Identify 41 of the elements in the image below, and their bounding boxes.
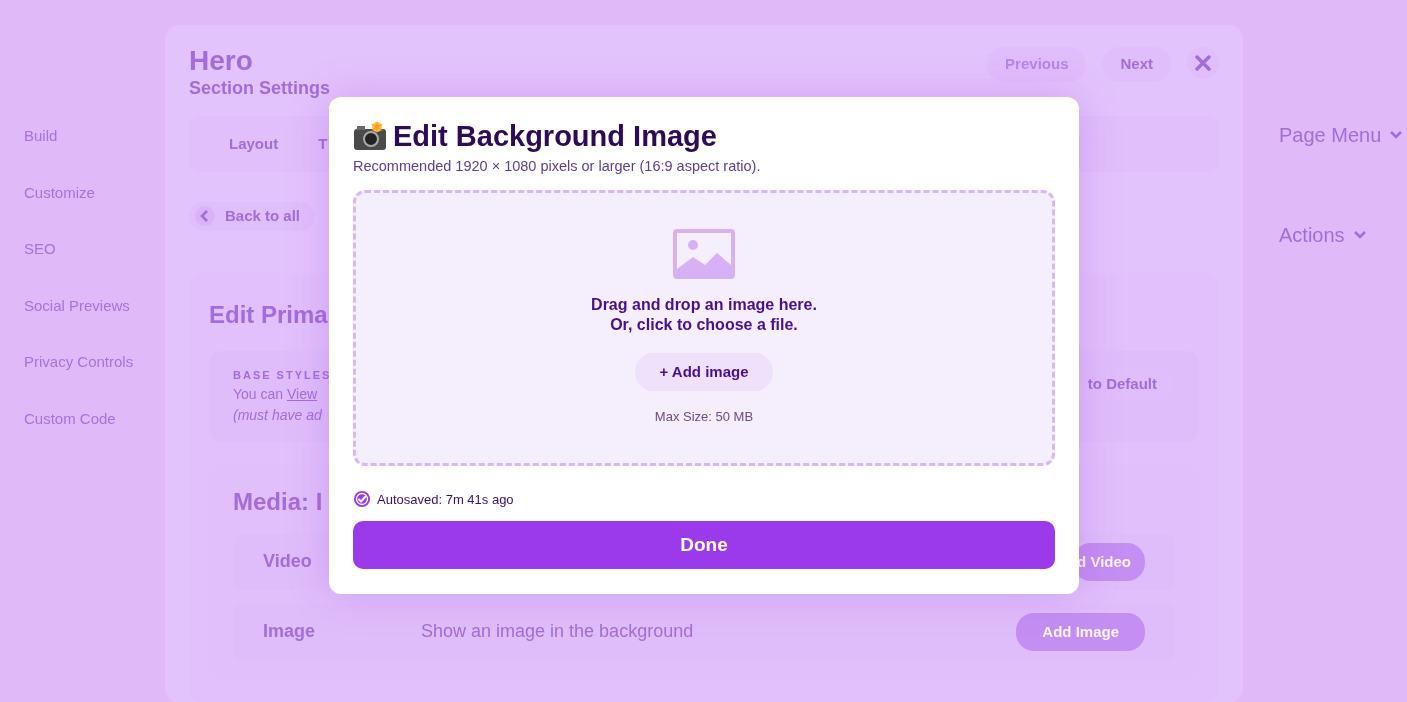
chevron-left-icon bbox=[195, 206, 215, 227]
drop-instruction: Drag and drop an image here. bbox=[591, 294, 817, 315]
sidebar-item[interactable]: Privacy Controls bbox=[24, 351, 134, 374]
media-label: Image bbox=[263, 620, 317, 644]
base-styles-note: (must have ad bbox=[233, 405, 323, 425]
menu-dropdown[interactable]: Page Menu bbox=[1279, 120, 1382, 150]
modal-title: Edit Background Image bbox=[393, 119, 717, 154]
sidebar-item[interactable]: Social Previews bbox=[24, 294, 130, 317]
image-icon bbox=[673, 228, 735, 279]
panel-title: Hero bbox=[189, 47, 254, 75]
check-circle-icon bbox=[353, 490, 371, 509]
card-title: Edit Prima bbox=[209, 300, 328, 331]
autosave-status: Autosaved: 7m 41s ago bbox=[377, 490, 514, 509]
drop-instruction: Or, click to choose a file. bbox=[609, 314, 799, 335]
base-styles-text: You can View bbox=[233, 384, 319, 404]
add-image-button[interactable]: + Add image bbox=[635, 352, 773, 392]
panel-subtitle: Section Settings bbox=[189, 77, 331, 100]
chevron-down-icon bbox=[1389, 130, 1404, 140]
next-button[interactable]: Next bbox=[1102, 47, 1171, 82]
max-size-note: Max Size: 50 MB bbox=[654, 408, 754, 427]
tab[interactable]: T bbox=[318, 132, 328, 156]
add-media-button[interactable]: Add Image bbox=[1016, 612, 1145, 651]
done-button[interactable]: Done bbox=[353, 521, 1055, 570]
modal-subtitle: Recommended 1920 × 1080 pixels or larger (16:9 aspect ratio). bbox=[353, 156, 762, 176]
close-button[interactable] bbox=[1187, 47, 1219, 79]
back-button[interactable]: Back to all bbox=[189, 202, 315, 231]
media-title: Media: I bbox=[233, 486, 323, 517]
view-link[interactable]: View bbox=[287, 385, 318, 402]
tab[interactable]: Layout bbox=[229, 132, 279, 156]
sidebar-item[interactable]: SEO bbox=[24, 238, 56, 261]
close-icon bbox=[1195, 55, 1211, 71]
media-label: Video bbox=[263, 550, 313, 574]
sidebar-item[interactable]: Build bbox=[24, 125, 58, 148]
camera-icon bbox=[353, 121, 387, 152]
menu-dropdown[interactable]: Actions bbox=[1279, 220, 1345, 250]
sidebar-item[interactable]: Custom Code bbox=[24, 407, 116, 430]
sidebar-item[interactable]: Customize bbox=[24, 181, 95, 204]
chevron-down-icon bbox=[1352, 230, 1367, 240]
section-label: BASE STYLES bbox=[233, 368, 332, 384]
drop-zone[interactable]: Drag and drop an image here. Or, click to choose a file. + Add image Max Size: 50 MB bbox=[353, 189, 1055, 466]
media-description: Show an image in the background bbox=[421, 620, 695, 644]
